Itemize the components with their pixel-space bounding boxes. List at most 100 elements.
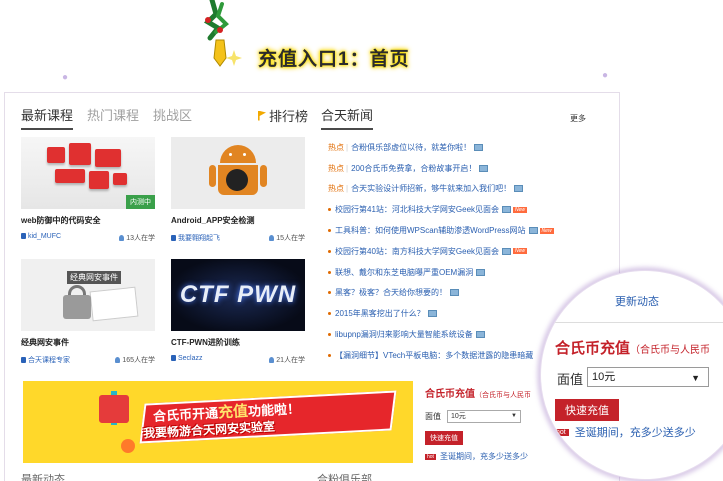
sparkle-icon: ● [62, 72, 69, 83]
tab-news[interactable]: 合天新闻 [321, 105, 374, 130]
page-title: 充值入口1：首页 [258, 49, 410, 70]
course-title[interactable]: web防御中的代码安全 [21, 215, 155, 226]
news-title[interactable]: 200合氏币免费拿，合粉故事开启！ [351, 163, 476, 174]
separator: | [346, 142, 349, 152]
magnified-quick-recharge-button[interactable]: 快速充值 [555, 399, 619, 421]
main-panel: 最新课程 热门课程 挑战区 排行榜 合天新闻 更多 内测中 web防御中的代码安… [4, 92, 620, 481]
thumbnail-caption: CTF PWN [179, 281, 297, 308]
gift-icon [99, 395, 129, 423]
user-icon [115, 357, 121, 363]
magnified-face-value-select[interactable]: 10元 [587, 367, 709, 387]
flower-icon [121, 439, 135, 453]
bomb-icon [226, 169, 248, 191]
magnified-promo-link[interactable]: hot 圣诞期间，充多少送多少 [553, 424, 696, 440]
course-thumbnail[interactable]: 内测中 [21, 137, 155, 209]
learner-count: 21人在学 [269, 355, 305, 365]
learner-count: 165人在学 [115, 355, 155, 365]
course-title[interactable]: Android_APP安全检测 [171, 215, 305, 226]
course-card[interactable]: Android_APP安全检测 我要翱翔起飞 15人在学 [171, 137, 305, 243]
new-badge: New [513, 248, 528, 255]
quick-recharge-button[interactable]: 快速充值 [425, 431, 463, 445]
news-title[interactable]: 校园行第41站：河北科技大学网安Geek见面会 [335, 204, 499, 215]
magnified-face-label: 面值 [557, 372, 584, 387]
user-icon [119, 235, 125, 241]
image-icon [474, 143, 484, 151]
tab-hot-courses[interactable]: 热门课程 [87, 105, 139, 130]
author-icon [21, 357, 26, 363]
news-title[interactable]: 【漏洞细节】VTech平板电脑：多个数据泄露的隐患暗藏 [335, 350, 533, 361]
news-title[interactable]: 2015年黑客挖出了什么？ [335, 308, 425, 319]
course-status-badge: 内测中 [126, 195, 155, 209]
more-link[interactable]: 更多 [570, 113, 586, 124]
magnified-recharge-title: 合氏币充值（合氏币与人民币 [555, 340, 711, 357]
news-item[interactable]: 校园行第40站：南方科技大学网安Geek见面会 New [328, 241, 623, 262]
bullet-icon [328, 333, 331, 337]
news-title[interactable]: libupnp漏洞归来影响大量智能系统设备 [335, 329, 473, 340]
image-icon [475, 331, 485, 339]
new-badge: New [513, 206, 528, 213]
author-icon [171, 355, 176, 361]
course-card[interactable]: 经典网安事件 经典网安事件 合天课程专家 165人在学 [21, 259, 155, 365]
hot-label: 热点 [328, 184, 344, 194]
course-author[interactable]: 我要翱翔起飞 [171, 233, 220, 243]
user-icon [269, 235, 275, 241]
learner-count: 15人在学 [269, 233, 305, 243]
news-title[interactable]: 工具科普：如何使用WPScan辅助渗透WordPress网站 [335, 225, 526, 236]
course-author[interactable]: 合天课程专家 [21, 355, 70, 365]
news-item[interactable]: 工具科普：如何使用WPScan辅助渗透WordPress网站 New [328, 220, 623, 241]
image-icon [502, 206, 512, 214]
image-icon [528, 227, 538, 235]
tab-fan-club[interactable]: 合粉俱乐部 [317, 471, 372, 481]
news-title[interactable]: 联想、戴尔和东芝电脑曝严重OEM漏洞 [335, 267, 473, 278]
hot-label: 热点 [328, 142, 344, 152]
learner-count: 13人在学 [119, 233, 155, 243]
user-icon [269, 357, 275, 363]
bullet-icon [328, 208, 331, 212]
magnified-fragment: 更新动态 [615, 296, 659, 308]
separator: | [346, 163, 349, 173]
course-title[interactable]: CTF-PWN进阶训练 [171, 337, 305, 348]
course-author[interactable]: kid_MUFC [21, 233, 61, 243]
news-item[interactable]: 热点 | 合粉俱乐部虚位以待，就差你啦！ [328, 137, 623, 158]
ranking-label: 排行榜 [269, 109, 309, 124]
image-icon [479, 164, 489, 172]
sparkle-icon: ● [602, 70, 609, 81]
bullet-icon [328, 229, 331, 233]
news-title[interactable]: 校园行第40站：南方科技大学网安Geek见面会 [335, 246, 499, 257]
course-thumbnail[interactable]: 经典网安事件 [21, 259, 155, 331]
course-title[interactable]: 经典网安事件 [21, 337, 155, 348]
course-thumbnail[interactable]: CTF PWN [171, 259, 305, 331]
author-icon [21, 233, 26, 239]
news-title[interactable]: 黑客？极客？合天给你想要的！ [335, 287, 447, 298]
news-title[interactable]: 合粉俱乐部虚位以待，就差你啦！ [351, 142, 471, 153]
face-value-label: 面值 [425, 412, 441, 421]
image-icon [502, 247, 512, 255]
thumbnail-caption: 经典网安事件 [67, 271, 121, 284]
image-icon [450, 289, 459, 297]
course-tabs: 最新课程 热门课程 挑战区 [21, 105, 192, 130]
course-thumbnail[interactable] [171, 137, 305, 209]
news-title[interactable]: 合天实验设计师招新，够牛就来加入我们吧！ [351, 183, 511, 194]
lock-icon [63, 295, 91, 319]
course-card[interactable]: 内测中 web防御中的代码安全 kid_MUFC 13人在学 [21, 137, 155, 243]
christmas-ornament-icon [203, 0, 242, 67]
bullet-icon [328, 353, 331, 357]
hot-badge: hot [553, 428, 569, 436]
image-icon [427, 310, 437, 318]
news-item[interactable]: 热点 | 200合氏币免费拿，合粉故事开启！ [328, 158, 623, 179]
hot-badge: hot [425, 453, 436, 460]
news-item[interactable]: 热点 | 合天实验设计师招新，够牛就来加入我们吧！ [328, 179, 623, 200]
recharge-banner[interactable]: 合氏币开通充值功能啦！ 我要畅游合天网安实验室 [23, 381, 413, 463]
ranking-link[interactable]: 排行榜 [258, 106, 308, 125]
bullet-icon [328, 291, 331, 295]
course-author[interactable]: Seclazz [171, 355, 203, 365]
bullet-icon [328, 312, 331, 316]
flag-icon [258, 110, 266, 121]
tab-latest-courses[interactable]: 最新课程 [21, 105, 74, 130]
author-icon [171, 235, 176, 241]
news-item[interactable]: 校园行第41站：河北科技大学网安Geek见面会 New [328, 199, 623, 220]
tab-challenge[interactable]: 挑战区 [153, 105, 192, 130]
course-card[interactable]: CTF PWN CTF-PWN进阶训练 Seclazz 21人在学 [171, 259, 305, 365]
face-value-select[interactable]: 10元 [447, 410, 521, 423]
tab-latest-updates[interactable]: 最新动态 [21, 471, 65, 481]
